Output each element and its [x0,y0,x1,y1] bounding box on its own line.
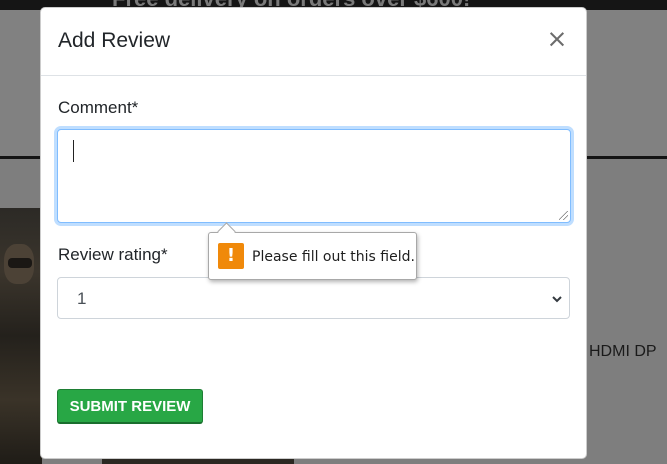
text-caret [73,140,74,162]
submit-review-button[interactable]: SUBMIT REVIEW [57,389,203,424]
comment-label: Comment* [58,98,139,117]
review-rating-select[interactable]: 1 [57,277,570,319]
product-image [0,208,42,464]
product-image-secondary [102,459,294,464]
validation-message: Please fill out this field. [252,249,415,265]
modal-header: Add Review × [41,8,586,76]
chevron-down-icon [552,296,562,303]
comment-textarea[interactable] [57,129,571,223]
product-description: HDMI DP [589,343,657,360]
close-icon[interactable]: × [546,26,568,52]
review-rating-label: Review rating* [58,245,168,264]
validation-tooltip: ! Please fill out this field. [208,222,417,280]
modal-title: Add Review [58,29,171,52]
product-image-goggles [8,258,32,268]
review-rating-value: 1 [77,289,87,308]
warning-icon: ! [218,243,244,269]
resize-handle[interactable] [559,211,568,220]
